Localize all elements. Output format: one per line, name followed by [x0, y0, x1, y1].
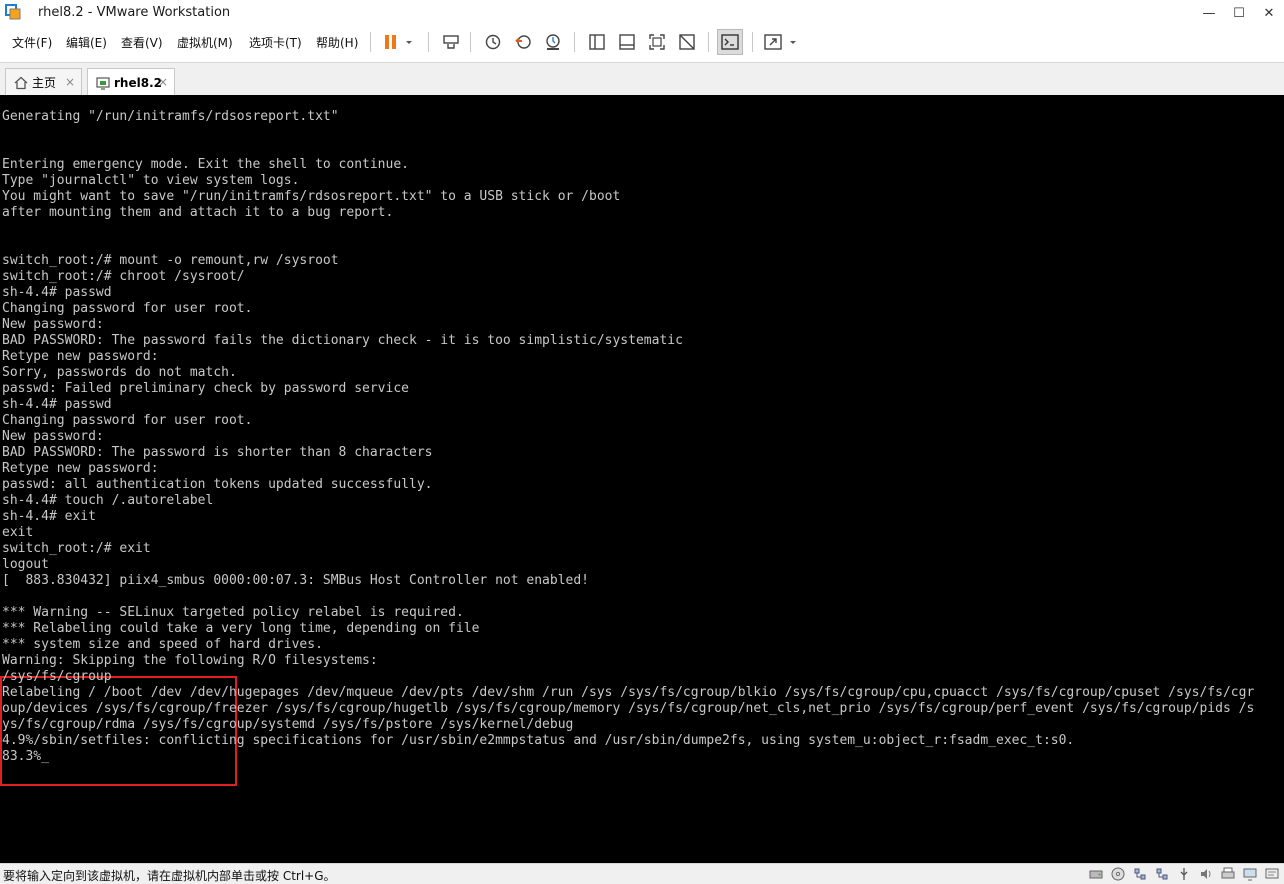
close-window-button[interactable]: ✕: [1254, 0, 1284, 26]
close-tab-icon[interactable]: ×: [158, 75, 168, 89]
console-line: Warning: Skipping the following R/O file…: [2, 653, 378, 668]
toolbar-separator: [370, 32, 371, 52]
message-log-icon[interactable]: [1264, 866, 1280, 882]
console-line: switch_root:/# exit: [2, 541, 151, 556]
stretch-guest-icon[interactable]: [763, 32, 783, 52]
console-line: Retype new password:: [2, 349, 159, 364]
revert-snapshot-icon[interactable]: [513, 32, 533, 52]
tab-label: rhel8.2: [114, 75, 162, 90]
vm-console[interactable]: Generating "/run/initramfs/rdsosreport.t…: [0, 95, 1284, 863]
minimize-button[interactable]: —: [1194, 0, 1224, 26]
tab-bar: 主页 × rhel8.2 ×: [0, 62, 1284, 96]
console-line: You might want to save "/run/initramfs/r…: [2, 189, 621, 204]
console-line: *** system size and speed of hard drives…: [2, 637, 323, 652]
network-adapter-icon[interactable]: [1132, 866, 1148, 882]
console-line: Type "journalctl" to view system logs.: [2, 173, 300, 188]
console-line: logout: [2, 557, 49, 572]
unity-mode-icon[interactable]: [677, 32, 697, 52]
thumbnail-view-icon[interactable]: [617, 32, 637, 52]
menu-file[interactable]: 文件(F): [12, 34, 52, 51]
title-bar: rhel8.2 - VMware Workstation — ☐ ✕: [0, 0, 1284, 26]
console-line: oup/devices /sys/fs/cgroup/freezer /sys/…: [2, 701, 1255, 716]
network-adapter-icon[interactable]: [1154, 866, 1170, 882]
tab-rhel8-2[interactable]: rhel8.2 ×: [87, 68, 175, 96]
console-line: BAD PASSWORD: The password is shorter th…: [2, 445, 433, 460]
menu-toolbar: 文件(F) 编辑(E) 查看(V) 虚拟机(M) 选项卡(T) 帮助(H): [0, 26, 1284, 58]
snapshot-manager-icon[interactable]: [543, 32, 563, 52]
pause-icon[interactable]: [381, 32, 401, 52]
console-line: Retype new password:: [2, 461, 159, 476]
console-line: exit: [2, 525, 34, 540]
menu-help[interactable]: 帮助(H): [316, 34, 358, 51]
printer-icon[interactable]: [1220, 866, 1236, 882]
status-message: 要将输入定向到该虚拟机，请在虚拟机内部单击或按 Ctrl+G。: [3, 869, 336, 883]
hard-disk-icon[interactable]: [1088, 866, 1104, 882]
console-line: switch_root:/# chroot /sysroot/: [2, 269, 245, 284]
device-icons: [1088, 866, 1280, 883]
console-line: sh-4.4# touch /.autorelabel: [2, 493, 214, 508]
library-view-icon[interactable]: [587, 32, 607, 52]
home-icon: [14, 76, 28, 89]
console-line: *** Warning -- SELinux targeted policy r…: [2, 605, 464, 620]
menu-vm[interactable]: 虚拟机(M): [177, 34, 233, 51]
console-line: after mounting them and attach it to a b…: [2, 205, 394, 220]
menu-tabs[interactable]: 选项卡(T): [249, 34, 302, 51]
full-screen-icon[interactable]: [647, 32, 667, 52]
toolbar-separator: [428, 32, 429, 52]
console-line: New password:: [2, 429, 104, 444]
status-bar: 要将输入定向到该虚拟机，请在虚拟机内部单击或按 Ctrl+G。: [0, 863, 1284, 884]
close-tab-icon[interactable]: ×: [65, 75, 75, 89]
vmware-logo-icon: [5, 4, 21, 20]
console-line: sh-4.4# passwd: [2, 285, 112, 300]
window-controls: — ☐ ✕: [1194, 0, 1284, 26]
tab-label: 主页: [32, 76, 57, 90]
window-title: rhel8.2 - VMware Workstation: [38, 5, 231, 20]
console-line: [ 883.830432] piix4_smbus 0000:00:07.3: …: [2, 573, 589, 588]
console-line: Sorry, passwords do not match.: [2, 365, 237, 380]
console-line: Entering emergency mode. Exit the shell …: [2, 157, 409, 172]
snapshot-icon[interactable]: [483, 32, 503, 52]
send-ctrl-alt-del-icon[interactable]: [441, 32, 461, 52]
menu-edit[interactable]: 编辑(E): [66, 34, 107, 51]
console-line: 83.3%_: [2, 749, 49, 764]
console-line: sh-4.4# exit: [2, 509, 96, 524]
usb-icon[interactable]: [1176, 866, 1192, 882]
console-line: switch_root:/# mount -o remount,rw /sysr…: [2, 253, 339, 268]
console-line: /sys/fs/cgroup: [2, 669, 112, 684]
sound-card-icon[interactable]: [1198, 866, 1214, 882]
console-line: ys/fs/cgroup/rdma /sys/fs/cgroup/systemd…: [2, 717, 574, 732]
console-line: *** Relabeling could take a very long ti…: [2, 621, 480, 636]
toolbar-separator: [470, 32, 471, 52]
cd-dvd-icon[interactable]: [1110, 866, 1126, 882]
display-icon[interactable]: [1242, 866, 1258, 882]
console-line: Changing password for user root.: [2, 413, 253, 428]
console-line: passwd: all authentication tokens update…: [2, 477, 433, 492]
console-line: passwd: Failed preliminary check by pass…: [2, 381, 409, 396]
console-line: Changing password for user root.: [2, 301, 253, 316]
toolbar-separator: [708, 32, 709, 52]
console-line: Generating "/run/initramfs/rdsosreport.t…: [2, 109, 339, 124]
toolbar-separator: [752, 32, 753, 52]
menu-view[interactable]: 查看(V): [121, 34, 163, 51]
tab-home[interactable]: 主页 ×: [5, 68, 82, 96]
vm-icon: [96, 76, 110, 90]
console-view-icon[interactable]: [720, 32, 740, 52]
console-line: BAD PASSWORD: The password fails the dic…: [2, 333, 683, 348]
maximize-button[interactable]: ☐: [1224, 0, 1254, 26]
console-line: 4.9%/sbin/setfiles: conflicting specific…: [2, 733, 1075, 748]
stretch-dropdown-icon[interactable]: [788, 32, 798, 52]
console-line: Relabeling / /boot /dev /dev/hugepages /…: [2, 685, 1255, 700]
console-line: sh-4.4# passwd: [2, 397, 112, 412]
toolbar-separator: [574, 32, 575, 52]
pause-dropdown-icon[interactable]: [404, 32, 414, 52]
console-line: New password:: [2, 317, 104, 332]
